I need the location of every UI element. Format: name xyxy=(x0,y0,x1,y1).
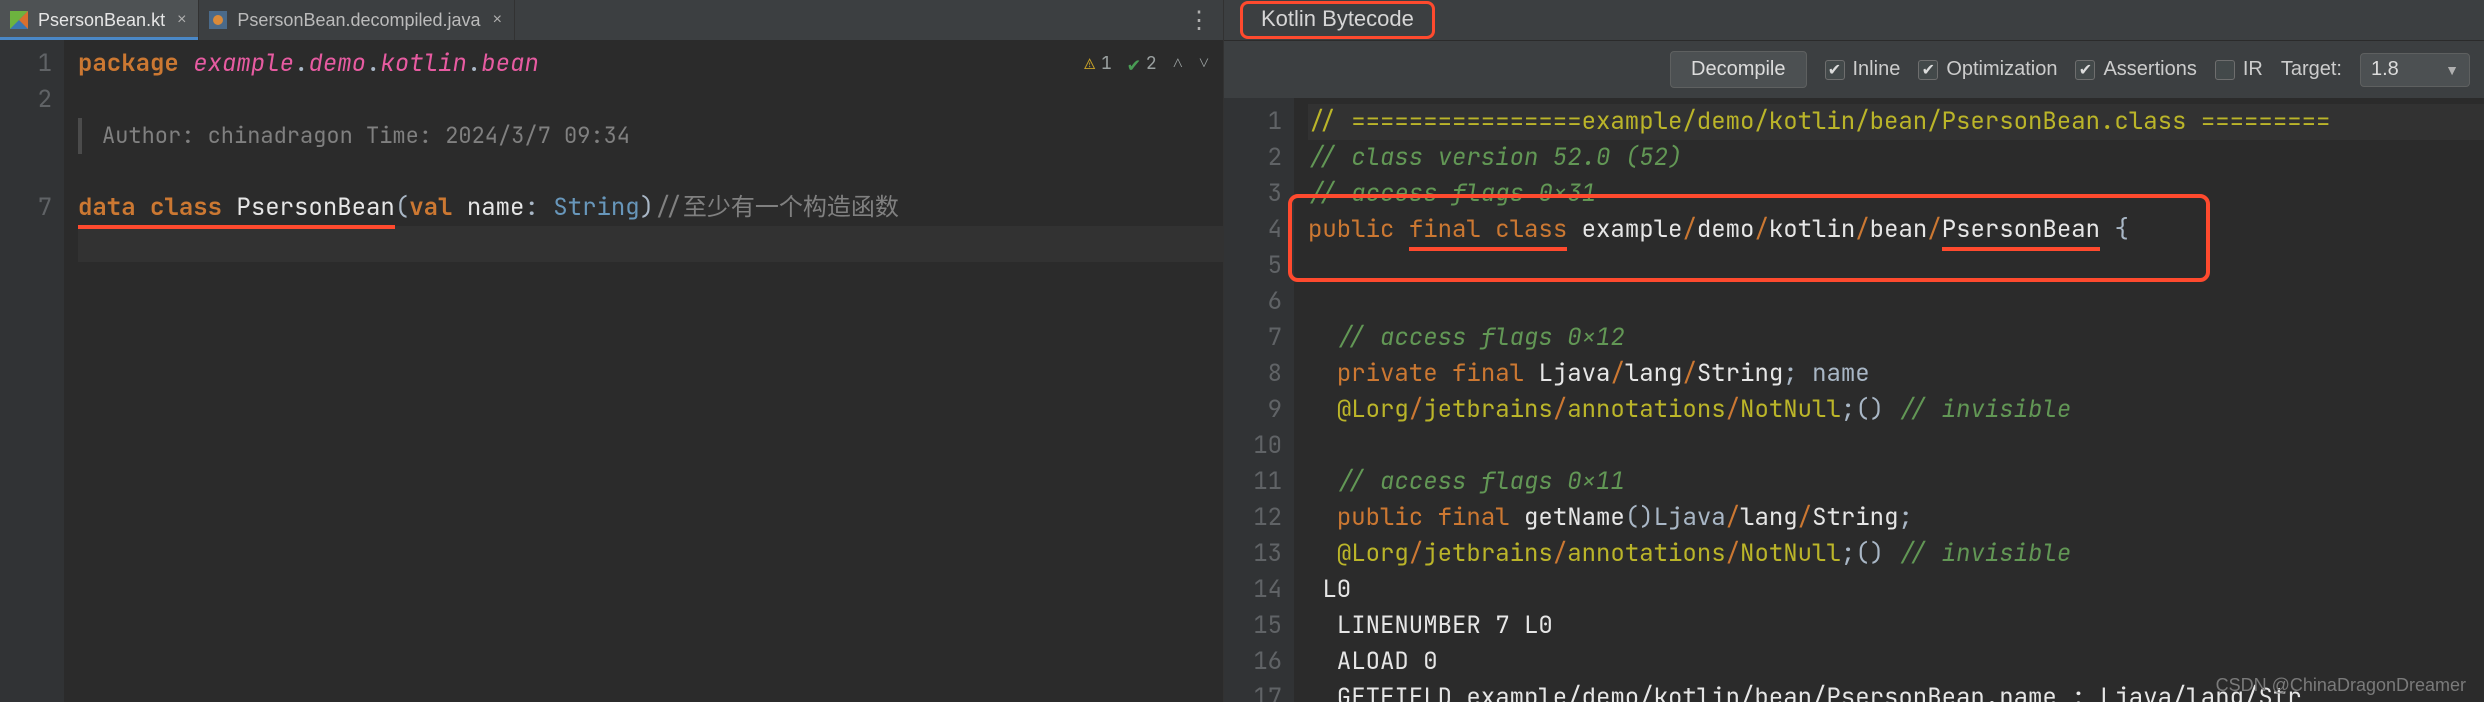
gutter: 1 2 7 xyxy=(0,40,64,702)
left-editor[interactable]: 1 2 7 ⚠1 ✔2 ˄ ˅ package example.demo.kot… xyxy=(0,40,1223,702)
doc-comment: Author: chinadragon Time: 2024/3/7 09:34 xyxy=(78,118,1223,154)
tab-label: PsersonBean.decompiled.java xyxy=(237,10,480,31)
decompile-button[interactable]: Decompile xyxy=(1670,51,1806,88)
target-select[interactable]: 1.8 ▼ xyxy=(2360,53,2470,87)
left-tabbar: PsersonBean.kt × PsersonBean.decompiled.… xyxy=(0,0,1223,40)
up-arrow-icon[interactable]: ˄ xyxy=(1173,46,1183,82)
code-area[interactable]: ⚠1 ✔2 ˄ ˅ package example.demo.kotlin.be… xyxy=(64,40,1223,702)
more-icon[interactable]: ⋮ xyxy=(1173,6,1223,35)
chevron-down-icon: ▼ xyxy=(2445,62,2459,78)
close-icon[interactable]: × xyxy=(493,11,502,29)
ir-checkbox[interactable]: IR xyxy=(2215,58,2263,81)
right-editor[interactable]: 1 2 3 4 5 6 7 8 9 10 11 12 13 14 15 16 1… xyxy=(1224,98,2484,702)
warning-icon: ⚠ xyxy=(1084,46,1095,82)
tab-kt-file[interactable]: PsersonBean.kt × xyxy=(0,0,199,40)
tab-label: PsersonBean.kt xyxy=(38,10,165,31)
bytecode-title-box: Kotlin Bytecode xyxy=(1240,1,1435,39)
tab-decompiled-file[interactable]: PsersonBean.decompiled.java × xyxy=(199,0,515,40)
close-icon[interactable]: × xyxy=(177,11,186,29)
target-label: Target: xyxy=(2281,58,2342,81)
annotation-box xyxy=(1288,194,2210,282)
assertions-checkbox[interactable]: Assertions xyxy=(2075,58,2196,81)
kotlin-file-icon xyxy=(10,11,28,29)
down-arrow-icon[interactable]: ˅ xyxy=(1199,46,1209,82)
inline-checkbox[interactable]: Inline xyxy=(1825,58,1901,81)
optimization-checkbox[interactable]: Optimization xyxy=(1918,58,2057,81)
inspection-widget[interactable]: ⚠1 ✔2 ˄ ˅ xyxy=(1084,46,1209,82)
bytecode-toolbar: Decompile Inline Optimization Assertions… xyxy=(1224,40,2484,98)
watermark: CSDN @ChinaDragonDreamer xyxy=(2216,675,2466,696)
gutter: 1 2 3 4 5 6 7 8 9 10 11 12 13 14 15 16 1… xyxy=(1224,98,1294,702)
java-file-icon xyxy=(209,11,227,29)
code-area[interactable]: // ================example/demo/kotlin/b… xyxy=(1294,98,2484,702)
check-icon: ✔ xyxy=(1128,46,1140,82)
right-panel-title: Kotlin Bytecode xyxy=(1224,0,2484,40)
